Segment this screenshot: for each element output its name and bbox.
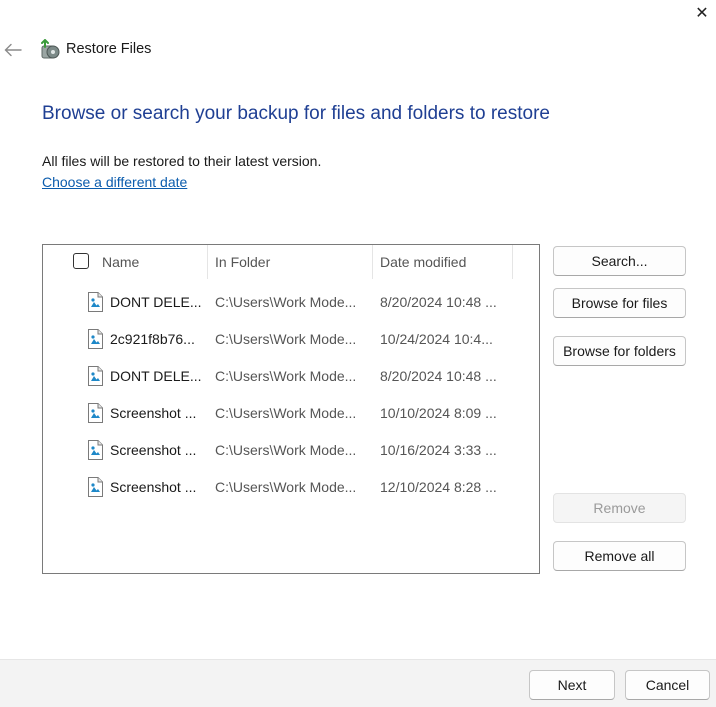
choose-date-link[interactable]: Choose a different date [42, 174, 187, 190]
restore-info-text: All files will be restored to their late… [42, 153, 322, 169]
close-button[interactable]: ✕ [688, 0, 716, 26]
file-list-header: Name In Folder Date modified [43, 245, 539, 279]
remove-button[interactable]: Remove [553, 493, 686, 523]
image-file-icon [88, 440, 103, 460]
file-date-modified: 10/24/2024 10:4... [380, 331, 493, 347]
file-folder: C:\Users\Work Mode... [215, 331, 357, 347]
file-list[interactable]: Name In Folder Date modified DONT DELE..… [42, 244, 540, 574]
image-file-icon [88, 477, 103, 497]
cancel-button[interactable]: Cancel [625, 670, 710, 700]
file-date-modified: 10/16/2024 3:33 ... [380, 442, 497, 458]
search-button[interactable]: Search... [553, 246, 686, 276]
file-name: Screenshot ... [110, 405, 197, 421]
column-header-date-modified[interactable]: Date modified [380, 254, 466, 270]
image-file-icon [88, 366, 103, 386]
file-name: Screenshot ... [110, 442, 197, 458]
backup-restore-icon [40, 38, 62, 61]
back-arrow-icon [4, 43, 22, 57]
next-button[interactable]: Next [529, 670, 615, 700]
file-folder: C:\Users\Work Mode... [215, 479, 357, 495]
column-header-name[interactable]: Name [102, 254, 139, 270]
file-folder: C:\Users\Work Mode... [215, 405, 357, 421]
file-row[interactable]: Screenshot ... C:\Users\Work Mode... 12/… [43, 474, 539, 511]
remove-all-button[interactable]: Remove all [553, 541, 686, 571]
window-title: Restore Files [66, 41, 152, 57]
file-row[interactable]: Screenshot ... C:\Users\Work Mode... 10/… [43, 400, 539, 437]
file-row[interactable]: DONT DELE... C:\Users\Work Mode... 8/20/… [43, 289, 539, 326]
image-file-icon [88, 403, 103, 423]
file-folder: C:\Users\Work Mode... [215, 442, 357, 458]
page-headline: Browse or search your backup for files a… [42, 103, 550, 124]
back-button[interactable] [0, 36, 26, 64]
image-file-icon [88, 329, 103, 349]
file-date-modified: 8/20/2024 10:48 ... [380, 368, 497, 384]
browse-files-button[interactable]: Browse for files [553, 288, 686, 318]
file-name: DONT DELE... [110, 294, 202, 310]
file-row[interactable]: 2c921f8b76... C:\Users\Work Mode... 10/2… [43, 326, 539, 363]
file-folder: C:\Users\Work Mode... [215, 368, 357, 384]
file-date-modified: 8/20/2024 10:48 ... [380, 294, 497, 310]
column-divider[interactable] [207, 245, 208, 279]
file-row[interactable]: DONT DELE... C:\Users\Work Mode... 8/20/… [43, 363, 539, 400]
column-divider[interactable] [372, 245, 373, 279]
file-name: DONT DELE... [110, 368, 202, 384]
file-date-modified: 10/10/2024 8:09 ... [380, 405, 497, 421]
browse-folders-button[interactable]: Browse for folders [553, 336, 686, 366]
select-all-checkbox[interactable] [73, 253, 89, 269]
image-file-icon [88, 292, 103, 312]
file-date-modified: 12/10/2024 8:28 ... [380, 479, 497, 495]
close-icon: ✕ [695, 5, 709, 22]
file-folder: C:\Users\Work Mode... [215, 294, 357, 310]
file-name: Screenshot ... [110, 479, 197, 495]
file-row[interactable]: Screenshot ... C:\Users\Work Mode... 10/… [43, 437, 539, 474]
column-header-in-folder[interactable]: In Folder [215, 254, 270, 270]
file-name: 2c921f8b76... [110, 331, 195, 347]
column-divider[interactable] [512, 245, 513, 279]
